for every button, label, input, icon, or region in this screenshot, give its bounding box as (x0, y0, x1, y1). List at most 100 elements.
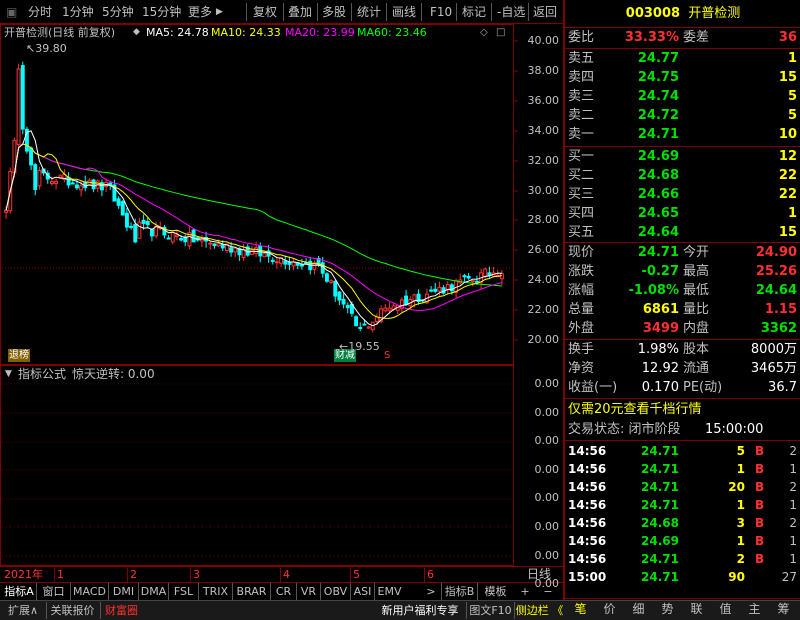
event-badge-mid[interactable]: 财减 (334, 349, 356, 362)
candle-body (220, 244, 225, 249)
template-tab[interactable]: 模板 (477, 583, 513, 600)
indicator-axis-label: 0.00 (534, 548, 560, 562)
candle-body (354, 316, 359, 327)
tabs-next-icon[interactable]: > (423, 583, 439, 600)
ma60-line (5, 143, 502, 287)
stat-label: 内盘 (683, 321, 710, 336)
wealth-circle-button[interactable]: 财富圈 (100, 602, 142, 619)
candle-body (79, 185, 84, 191)
trade-status: 交易状态: 闭市阶段 15:00:00 (565, 421, 800, 439)
candle-body (116, 198, 121, 206)
promo-link[interactable]: 仅需20元查看千档行情 (565, 401, 800, 419)
side-tab[interactable]: 势 (653, 601, 682, 618)
event-badge-s[interactable]: S (384, 349, 390, 362)
indicator-tab[interactable]: VR (296, 583, 320, 600)
bid-price: 24.66 (637, 187, 679, 202)
fund-row: 收益(一) 0.170 PE(动) 36.7 (565, 379, 800, 397)
indicator-tab[interactable]: EMV (374, 583, 404, 600)
side-tab[interactable]: 联 (682, 601, 711, 618)
side-tab[interactable]: 细 (624, 601, 653, 618)
tick-row: 14:56 24.68 3 B 2 (565, 514, 800, 532)
tick-volume: 1 (736, 498, 745, 512)
stat-row: 外盘 3499 内盘 3362 (565, 320, 800, 338)
fund-label: 流通 (683, 361, 710, 376)
tick-time: 15:00 (568, 570, 607, 584)
ask-price: 24.77 (637, 51, 679, 66)
side-tab[interactable]: 笔 (566, 601, 595, 618)
indicator-tab[interactable]: CR (270, 583, 296, 600)
candle-body (404, 295, 409, 306)
fund-value: 36.7 (768, 380, 797, 395)
tick-row: 15:00 24.71 90 27 (565, 568, 800, 586)
candle-body (299, 264, 304, 267)
candle-body (466, 275, 471, 279)
month-label: 5 (350, 568, 360, 582)
side-tab[interactable]: 值 (711, 601, 740, 618)
tick-side: B (755, 480, 765, 494)
stat-value: 24.71 (637, 245, 679, 260)
ask-price: 24.72 (637, 108, 679, 123)
candle-body (4, 209, 9, 213)
candle-body (74, 184, 79, 189)
period-label[interactable]: 日线 (527, 567, 551, 582)
stat-value: 24.90 (755, 245, 797, 260)
new-user-benefit-link[interactable]: 新用户福利专享 (375, 602, 465, 619)
fund-value: 0.170 (641, 380, 679, 395)
stat-label: 总量 (568, 302, 595, 317)
indicator-tab[interactable]: FSL (168, 583, 198, 600)
bid-label: 买三 (568, 187, 595, 202)
sidebar-toggle-button[interactable]: 侧边栏 《 (514, 602, 564, 619)
candle-body (216, 243, 221, 247)
add-indicator-icon[interactable]: + (515, 583, 535, 600)
indicator-tab[interactable]: OBV (320, 583, 350, 600)
ask-label: 卖三 (568, 89, 595, 104)
indicator-tab[interactable]: MACD (70, 583, 108, 600)
candle-body (345, 304, 350, 309)
candle-body (470, 280, 475, 283)
indicator-tab[interactable]: BRAR (232, 583, 270, 600)
event-badge-left[interactable]: 退榜 (8, 349, 30, 362)
price-axis-label: 40.00 (527, 34, 560, 47)
fund-value: 12.92 (641, 361, 679, 376)
ask-row: 卖四 24.75 15 (565, 69, 800, 87)
collapse-indicator-icon[interactable]: ▼ (5, 367, 12, 381)
price-axis-label: 36.00 (527, 93, 560, 107)
bid-price: 24.64 (637, 225, 679, 240)
indicator-tab[interactable]: DMI (108, 583, 138, 600)
candle-body (179, 238, 184, 241)
indicator-tab[interactable]: 窗口 (36, 583, 70, 600)
stat-row: 总量 6861 量比 1.15 (565, 301, 800, 319)
candle-body (329, 280, 334, 283)
tick-time: 14:56 (568, 498, 607, 512)
candle-body (412, 294, 417, 302)
bid-row: 买四 24.65 1 (565, 205, 800, 223)
indicator-formula-label[interactable]: 指标公式 (18, 367, 66, 381)
tick-row: 14:56 24.71 2 B 1 (565, 550, 800, 568)
indicator-tab[interactable]: 指标A (2, 583, 36, 600)
tick-side: B (755, 498, 765, 512)
tick-price: 24.69 (641, 534, 679, 548)
indicator-axis-label: 0.00 (534, 405, 560, 419)
ask-label: 卖二 (568, 108, 595, 123)
indicator-b-tab[interactable]: 指标B (441, 583, 477, 600)
indicator-axis-label: 0.00 (534, 377, 560, 390)
kline-chart[interactable] (0, 24, 513, 364)
indicator-tab[interactable]: ASI (350, 583, 374, 600)
side-tab[interactable]: 筹 (769, 601, 798, 618)
tick-volume: 3 (736, 516, 745, 530)
side-tab[interactable]: 主 (740, 601, 769, 618)
expand-button[interactable]: 扩展∧ (2, 602, 44, 619)
indicator-tab[interactable]: TRIX (198, 583, 232, 600)
tick-count: 2 (789, 444, 797, 458)
remove-indicator-icon[interactable]: − (538, 583, 558, 600)
side-tab[interactable]: 价 (595, 601, 624, 618)
indicator-tab[interactable]: DMA (138, 583, 168, 600)
f10-graphic-button[interactable]: 图文F10 (466, 602, 514, 619)
related-quote-button[interactable]: 关联报价 (46, 602, 98, 619)
tick-time: 14:56 (568, 552, 607, 566)
candle-body (262, 252, 267, 258)
bid-volume: 22 (778, 187, 797, 202)
fund-value: 3465万 (750, 361, 797, 376)
candle-body (462, 275, 467, 278)
stat-label: 最高 (683, 264, 710, 279)
